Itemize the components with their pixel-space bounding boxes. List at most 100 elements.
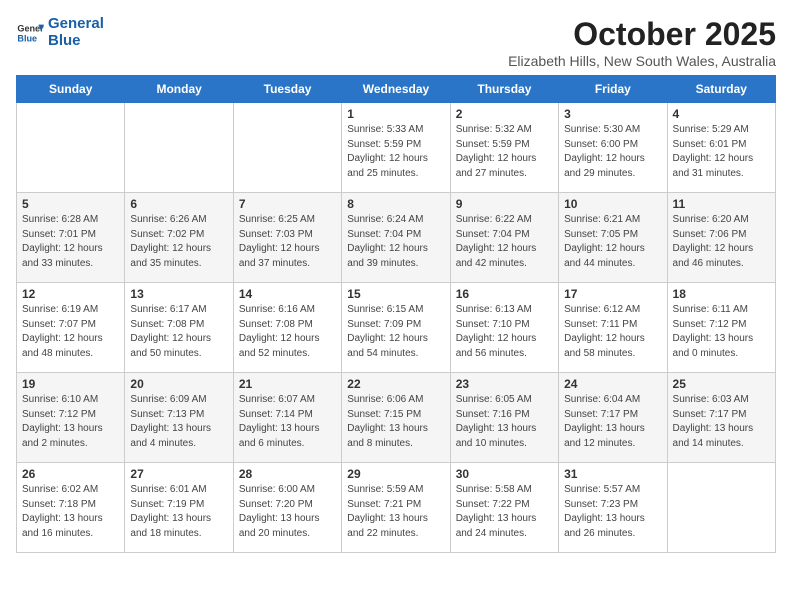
cell-detail: Sunrise: 6:00 AM Sunset: 7:20 PM Dayligh… [239,483,336,541]
cell-detail: Sunrise: 6:16 AM Sunset: 7:08 PM Dayligh… [239,303,336,361]
calendar-cell: 3 Sunrise: 5:30 AM Sunset: 6:00 PM Daylig… [559,103,667,193]
calendar-cell: 16Sunrise: 6:13 AM Sunset: 7:10 PM Dayli… [450,283,558,373]
day-number: 26 [22,467,119,481]
calendar-cell: 31 Sunrise: 5:57 AM Sunset: 7:23 PM Dayli… [559,463,667,553]
calendar-cell: 29Sunrise: 5:59 AM Sunset: 7:21 PM Dayli… [342,463,450,553]
day-number: 6 [130,197,227,211]
calendar-cell: 19Sunrise: 6:10 AM Sunset: 7:12 PM Dayli… [17,373,125,463]
day-number: 8 [347,197,444,211]
calendar-cell: 15 Sunrise: 6:15 AM Sunset: 7:09 PM Dayli… [342,283,450,373]
cell-detail: Sunrise: 6:17 AM Sunset: 7:08 PM Dayligh… [130,303,227,361]
calendar-week-5: 26 Sunrise: 6:02 AM Sunset: 7:18 PM Dayli… [17,463,776,553]
cell-detail: Sunrise: 6:24 AM Sunset: 7:04 PM Dayligh… [347,213,444,271]
day-number: 17 [564,287,661,301]
calendar-body: 1 Sunrise: 5:33 AM Sunset: 5:59 PM Daylig… [17,103,776,553]
calendar-week-1: 1 Sunrise: 5:33 AM Sunset: 5:59 PM Daylig… [17,103,776,193]
calendar-table: SundayMondayTuesdayWednesdayThursdayFrid… [16,75,776,553]
cell-detail: Sunrise: 6:12 AM Sunset: 7:11 PM Dayligh… [564,303,661,361]
cell-detail: Sunrise: 6:28 AM Sunset: 7:01 PM Dayligh… [22,213,119,271]
calendar-cell: 5 Sunrise: 6:28 AM Sunset: 7:01 PM Daylig… [17,193,125,283]
day-number: 14 [239,287,336,301]
cell-detail: Sunrise: 5:57 AM Sunset: 7:23 PM Dayligh… [564,483,661,541]
cell-detail: Sunrise: 6:06 AM Sunset: 7:15 PM Dayligh… [347,393,444,451]
cell-detail: Sunrise: 5:30 AM Sunset: 6:00 PM Dayligh… [564,123,661,181]
calendar-cell: 12Sunrise: 6:19 AM Sunset: 7:07 PM Dayli… [17,283,125,373]
calendar-cell [667,463,775,553]
cell-detail: Sunrise: 6:13 AM Sunset: 7:10 PM Dayligh… [456,303,553,361]
calendar-cell: 22 Sunrise: 6:06 AM Sunset: 7:15 PM Dayli… [342,373,450,463]
cell-detail: Sunrise: 6:26 AM Sunset: 7:02 PM Dayligh… [130,213,227,271]
day-number: 21 [239,377,336,391]
day-number: 3 [564,107,661,121]
calendar-header: SundayMondayTuesdayWednesdayThursdayFrid… [17,76,776,103]
day-number: 28 [239,467,336,481]
weekday-header-saturday: Saturday [667,76,775,103]
cell-detail: Sunrise: 5:29 AM Sunset: 6:01 PM Dayligh… [673,123,770,181]
day-number: 27 [130,467,227,481]
calendar-cell: 25 Sunrise: 6:03 AM Sunset: 7:17 PM Dayli… [667,373,775,463]
svg-text:Blue: Blue [17,33,37,43]
calendar-cell: 27 Sunrise: 6:01 AM Sunset: 7:19 PM Dayli… [125,463,233,553]
weekday-header-row: SundayMondayTuesdayWednesdayThursdayFrid… [17,76,776,103]
title-block: October 2025 Elizabeth Hills, New South … [508,16,776,69]
day-number: 23 [456,377,553,391]
calendar-cell: 11 Sunrise: 6:20 AM Sunset: 7:06 PM Dayli… [667,193,775,283]
weekday-header-friday: Friday [559,76,667,103]
cell-detail: Sunrise: 6:20 AM Sunset: 7:06 PM Dayligh… [673,213,770,271]
day-number: 10 [564,197,661,211]
day-number: 31 [564,467,661,481]
day-number: 22 [347,377,444,391]
day-number: 11 [673,197,770,211]
day-number: 24 [564,377,661,391]
day-number: 15 [347,287,444,301]
weekday-header-monday: Monday [125,76,233,103]
cell-detail: Sunrise: 5:33 AM Sunset: 5:59 PM Dayligh… [347,123,444,181]
calendar-cell: 13 Sunrise: 6:17 AM Sunset: 7:08 PM Dayli… [125,283,233,373]
calendar-cell: 26 Sunrise: 6:02 AM Sunset: 7:18 PM Dayli… [17,463,125,553]
calendar-cell: 23Sunrise: 6:05 AM Sunset: 7:16 PM Dayli… [450,373,558,463]
day-number: 13 [130,287,227,301]
calendar-week-2: 5 Sunrise: 6:28 AM Sunset: 7:01 PM Daylig… [17,193,776,283]
cell-detail: Sunrise: 6:02 AM Sunset: 7:18 PM Dayligh… [22,483,119,541]
calendar-week-3: 12Sunrise: 6:19 AM Sunset: 7:07 PM Dayli… [17,283,776,373]
cell-detail: Sunrise: 6:19 AM Sunset: 7:07 PM Dayligh… [22,303,119,361]
calendar-cell: 24 Sunrise: 6:04 AM Sunset: 7:17 PM Dayli… [559,373,667,463]
calendar-cell: 20Sunrise: 6:09 AM Sunset: 7:13 PM Dayli… [125,373,233,463]
calendar-cell: 17 Sunrise: 6:12 AM Sunset: 7:11 PM Dayli… [559,283,667,373]
calendar-cell: 1 Sunrise: 5:33 AM Sunset: 5:59 PM Daylig… [342,103,450,193]
day-number: 20 [130,377,227,391]
calendar-cell [233,103,341,193]
cell-detail: Sunrise: 6:01 AM Sunset: 7:19 PM Dayligh… [130,483,227,541]
day-number: 7 [239,197,336,211]
cell-detail: Sunrise: 6:03 AM Sunset: 7:17 PM Dayligh… [673,393,770,451]
weekday-header-thursday: Thursday [450,76,558,103]
cell-detail: Sunrise: 6:10 AM Sunset: 7:12 PM Dayligh… [22,393,119,451]
day-number: 5 [22,197,119,211]
day-number: 25 [673,377,770,391]
calendar-cell: 7Sunrise: 6:25 AM Sunset: 7:03 PM Daylig… [233,193,341,283]
cell-detail: Sunrise: 5:32 AM Sunset: 5:59 PM Dayligh… [456,123,553,181]
calendar-cell: 8 Sunrise: 6:24 AM Sunset: 7:04 PM Daylig… [342,193,450,283]
calendar-cell: 2Sunrise: 5:32 AM Sunset: 5:59 PM Daylig… [450,103,558,193]
logo-text: General Blue [48,16,104,49]
cell-detail: Sunrise: 6:04 AM Sunset: 7:17 PM Dayligh… [564,393,661,451]
cell-detail: Sunrise: 6:22 AM Sunset: 7:04 PM Dayligh… [456,213,553,271]
weekday-header-wednesday: Wednesday [342,76,450,103]
calendar-cell: 14 Sunrise: 6:16 AM Sunset: 7:08 PM Dayli… [233,283,341,373]
cell-detail: Sunrise: 6:11 AM Sunset: 7:12 PM Dayligh… [673,303,770,361]
page-header: General Blue General Blue October 2025 E… [16,16,776,69]
month-title: October 2025 [508,16,776,53]
location-subtitle: Elizabeth Hills, New South Wales, Austra… [508,53,776,69]
calendar-cell: 21Sunrise: 6:07 AM Sunset: 7:14 PM Dayli… [233,373,341,463]
day-number: 4 [673,107,770,121]
calendar-cell: 28 Sunrise: 6:00 AM Sunset: 7:20 PM Dayli… [233,463,341,553]
calendar-cell: 18Sunrise: 6:11 AM Sunset: 7:12 PM Dayli… [667,283,775,373]
day-number: 1 [347,107,444,121]
cell-detail: Sunrise: 5:58 AM Sunset: 7:22 PM Dayligh… [456,483,553,541]
calendar-cell: 30 Sunrise: 5:58 AM Sunset: 7:22 PM Dayli… [450,463,558,553]
day-number: 30 [456,467,553,481]
calendar-cell: 10Sunrise: 6:21 AM Sunset: 7:05 PM Dayli… [559,193,667,283]
cell-detail: Sunrise: 6:15 AM Sunset: 7:09 PM Dayligh… [347,303,444,361]
cell-detail: Sunrise: 5:59 AM Sunset: 7:21 PM Dayligh… [347,483,444,541]
day-number: 9 [456,197,553,211]
